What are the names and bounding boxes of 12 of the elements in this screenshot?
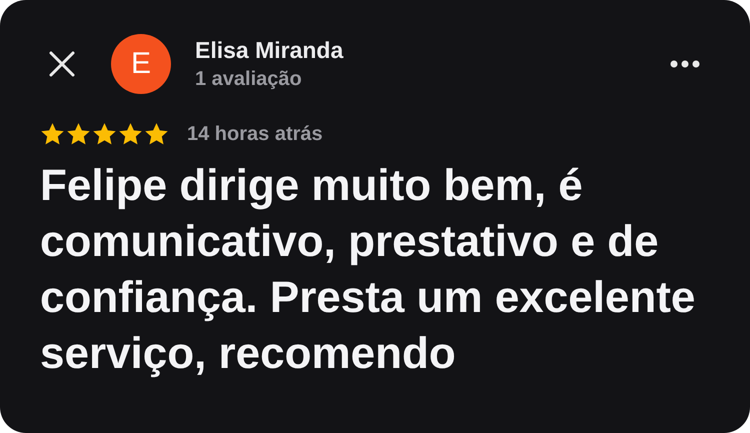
review-time: 14 horas atrás — [187, 122, 323, 146]
star-icon — [144, 122, 169, 146]
star-icon — [92, 122, 117, 146]
star-icon — [40, 122, 65, 146]
review-text: Felipe dirige muito bem, é comunicativo, prestativo e de confiança. Presta um excelente serviço, recomendo — [40, 160, 696, 380]
more-icon — [670, 60, 700, 68]
star-icon — [66, 122, 91, 146]
reviewer-name: Elisa Miranda — [195, 37, 344, 64]
star-icon — [118, 122, 143, 146]
review-count: 1 avaliação — [195, 68, 303, 91]
avatar: E — [111, 34, 171, 94]
close-icon — [49, 51, 75, 77]
